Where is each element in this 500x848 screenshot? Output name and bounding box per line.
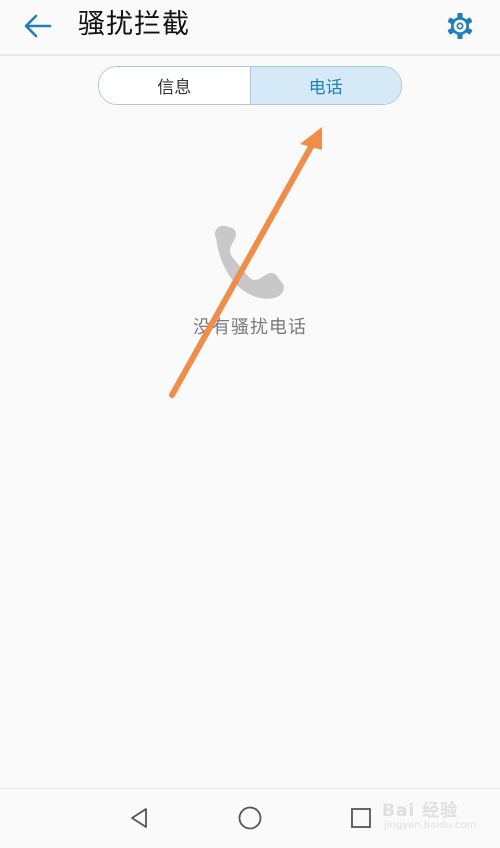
square-recents-icon (351, 808, 371, 828)
nav-back-button[interactable] (124, 803, 154, 833)
empty-state-text: 没有骚扰电话 (193, 317, 307, 338)
triangle-back-icon (131, 808, 147, 828)
segmented-tabs: 信息 电话 (98, 66, 402, 105)
tab-messages[interactable]: 信息 (99, 67, 251, 104)
arrow-left-icon (24, 14, 52, 38)
page-title: 骚扰拦截 (78, 9, 190, 40)
watermark-sub: jingyan.baidu.com (384, 820, 477, 831)
back-button[interactable] (18, 6, 58, 46)
nav-recents-button[interactable] (346, 803, 376, 833)
gear-icon (447, 13, 473, 39)
nav-home-button[interactable] (235, 803, 265, 833)
app-bar: 骚扰拦截 (0, 0, 500, 52)
phone-handset-icon (214, 225, 284, 299)
circle-home-icon (238, 806, 262, 830)
tab-calls[interactable]: 电话 (250, 67, 401, 104)
watermark: Bai 经验 jingyan.baidu.com (382, 794, 492, 838)
settings-button[interactable] (440, 6, 480, 46)
watermark-main: Bai 经验 (382, 801, 459, 821)
annotation-arrow (169, 127, 322, 398)
header-divider (0, 54, 500, 56)
